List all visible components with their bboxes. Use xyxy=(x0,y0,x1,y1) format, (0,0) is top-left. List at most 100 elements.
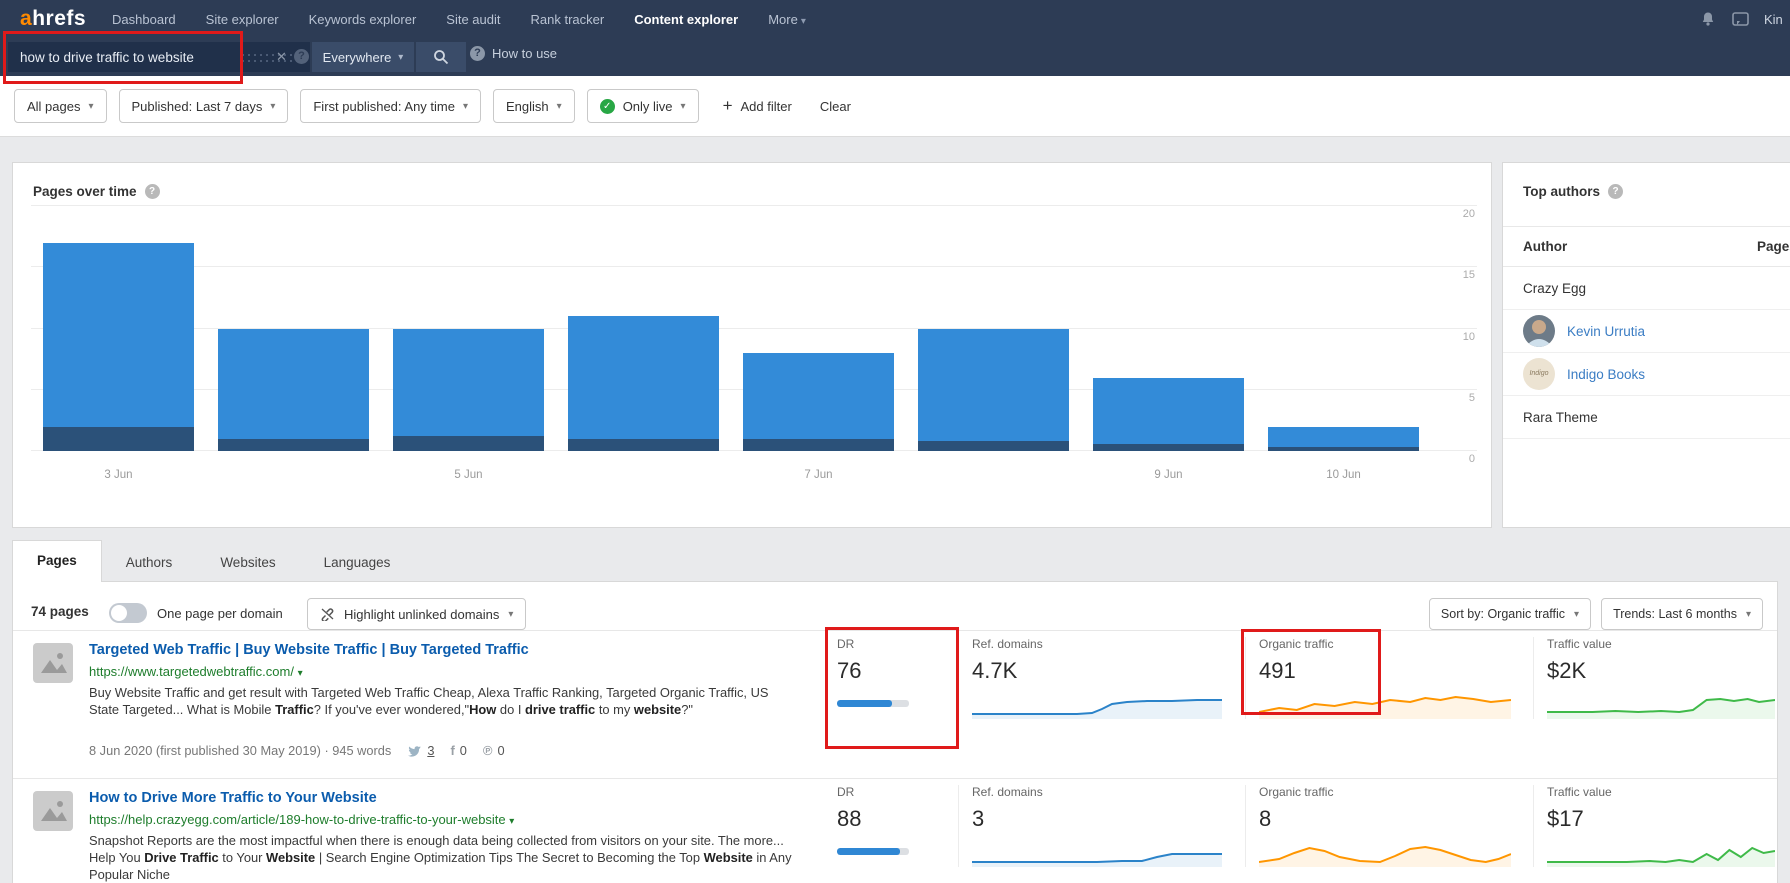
scope-dropdown[interactable]: Everywhere ▾ xyxy=(312,42,414,72)
add-filter-button[interactable]: + Add filter xyxy=(723,96,792,116)
result-url[interactable]: https://www.targetedwebtraffic.com/ ▾ xyxy=(89,664,303,679)
pinterest-icon: ℗ xyxy=(482,743,493,758)
logo-a: a xyxy=(20,7,33,30)
facebook-share[interactable]: f0 xyxy=(450,743,466,758)
authors-table: Author Pages Crazy Egg Kevin Urrutia Indig… xyxy=(1503,226,1790,439)
gridline-20 xyxy=(31,205,1477,206)
filter-published-last-7-days[interactable]: Published: Last 7 days ▾ xyxy=(118,89,289,123)
trends-value: Trends: Last 6 months xyxy=(1613,607,1737,621)
filter-first-published-any-time[interactable]: First published: Any time ▾ xyxy=(300,89,482,123)
how-to-use[interactable]: ? How to use xyxy=(470,46,557,61)
bar-8-jun[interactable] xyxy=(918,328,1069,451)
dr-bar-fill xyxy=(837,848,901,855)
search-box-annotation xyxy=(3,31,243,84)
top-navigation-bar: ahrefs Dashboard Site explorer Keywords ex… xyxy=(0,0,1790,76)
x-axis-label: 5 Jun xyxy=(454,469,483,481)
nav-item-site-explorer[interactable]: Site explorer xyxy=(206,12,279,27)
author-name[interactable]: Kevin Urrutia xyxy=(1567,324,1645,339)
chart-title: Pages over time xyxy=(33,184,137,199)
result-title-link[interactable]: How to Drive More Traffic to Your Websit… xyxy=(89,790,377,806)
tab-authors[interactable]: Authors xyxy=(102,543,197,582)
result-thumbnail xyxy=(33,791,73,831)
author-column-header[interactable]: Author xyxy=(1523,239,1567,254)
results-controls: 74 pages One page per domain Highlight u… xyxy=(13,596,1777,630)
nav-item-site-audit[interactable]: Site audit xyxy=(446,12,500,27)
how-to-use-label: How to use xyxy=(492,46,558,61)
organic-traffic-label: Organic traffic xyxy=(1259,785,1334,799)
ref-domains-label: Ref. domains xyxy=(972,637,1043,651)
result-url[interactable]: https://help.crazyegg.com/article/189-ho… xyxy=(89,812,514,827)
nav-item-keywords-explorer[interactable]: Keywords explorer xyxy=(309,12,417,27)
highlight-unlinked-domains-dropdown[interactable]: Highlight unlinked domains ▾ xyxy=(307,598,527,630)
traffic-value-label: Traffic value xyxy=(1547,637,1612,651)
author-row[interactable]: Rara Theme xyxy=(1503,396,1790,439)
bar-10-jun[interactable] xyxy=(1268,426,1419,451)
author-name[interactable]: Indigo Books xyxy=(1567,367,1645,382)
close-icon[interactable]: ✕ xyxy=(276,49,287,65)
help-icon[interactable]: ? xyxy=(144,184,160,199)
plus-icon: + xyxy=(722,96,733,115)
result-description: Buy Website Traffic and get result with … xyxy=(89,685,769,717)
tab-languages[interactable]: Languages xyxy=(300,543,415,582)
chevron-down-icon: ▾ xyxy=(509,816,515,827)
organic-traffic-value: 8 xyxy=(1259,806,1272,831)
nav-item-rank-tracker[interactable]: Rank tracker xyxy=(531,12,605,27)
bar-3-jun[interactable] xyxy=(43,242,194,451)
filter-english[interactable]: English ▾ xyxy=(493,89,575,123)
bar-7-jun[interactable] xyxy=(743,353,894,451)
question-icon: ? xyxy=(470,46,485,61)
chevron-down-icon: ▾ xyxy=(556,100,562,112)
question-icon[interactable]: ? xyxy=(294,49,309,64)
logo-rest: hrefs xyxy=(32,7,87,30)
ref-domains-cell: Ref. domains 4.7K xyxy=(958,637,1243,719)
filter-all-pages[interactable]: All pages ▾ xyxy=(14,89,107,123)
chevron-down-icon: ▾ xyxy=(88,100,94,112)
pages-column-header[interactable]: Pages xyxy=(1757,239,1790,254)
y-tick-label: 0 xyxy=(1468,453,1475,465)
clear-filters-button[interactable]: Clear xyxy=(820,99,851,114)
bar-4-jun[interactable] xyxy=(218,328,369,451)
one-page-per-domain-toggle[interactable] xyxy=(109,603,147,623)
sort-by-dropdown[interactable]: Sort by: Organic traffic ▾ xyxy=(1428,598,1592,630)
trends-dropdown[interactable]: Trends: Last 6 months ▾ xyxy=(1601,598,1763,630)
user-menu[interactable]: Kin xyxy=(1764,12,1790,27)
ref-domains-value: 3 xyxy=(972,806,985,831)
help-icon[interactable]: ? xyxy=(1608,184,1623,199)
twitter-share[interactable]: 3 xyxy=(407,743,434,758)
toggle-knob xyxy=(111,605,127,621)
filter-only-live[interactable]: ✓ Only live ▾ xyxy=(586,89,699,123)
bar-5-jun[interactable] xyxy=(393,328,544,451)
x-axis-label: 3 Jun xyxy=(104,469,133,481)
image-placeholder-icon xyxy=(41,653,67,673)
dr-annotation xyxy=(825,627,959,749)
ahrefs-logo[interactable]: ahrefs xyxy=(20,7,86,31)
bell-icon[interactable] xyxy=(1700,11,1716,27)
author-row[interactable]: Crazy Egg xyxy=(1503,267,1790,310)
nav-item-more[interactable]: More ▾ xyxy=(768,12,806,27)
chevron-down-icon: ▾ xyxy=(270,100,276,112)
bar-dark-segment xyxy=(218,438,369,451)
bar-dark-segment xyxy=(1268,447,1419,451)
nav-item-content-explorer[interactable]: Content explorer xyxy=(634,12,738,27)
result-row: How to Drive More Traffic to Your Websit… xyxy=(13,778,1777,883)
traffic-value-value: $2K xyxy=(1547,658,1587,683)
avatar xyxy=(1523,315,1555,347)
result-description: Snapshot Reports are the most impactful … xyxy=(89,833,792,882)
author-name: Rara Theme xyxy=(1523,409,1598,425)
tab-websites[interactable]: Websites xyxy=(196,543,299,582)
y-tick-label: 20 xyxy=(1462,208,1475,220)
author-name: Crazy Egg xyxy=(1523,280,1587,296)
nav-item-dashboard[interactable]: Dashboard xyxy=(112,12,176,27)
dotted-texture xyxy=(240,52,298,62)
filter-label: First published: Any time xyxy=(313,98,455,114)
author-row[interactable]: Indigo Indigo Books xyxy=(1503,353,1790,396)
bar-6-jun[interactable] xyxy=(568,316,719,451)
chat-icon[interactable] xyxy=(1732,11,1749,27)
bar-dark-segment xyxy=(918,441,1069,451)
pinterest-share[interactable]: ℗ 0 xyxy=(483,743,505,758)
bar-9-jun[interactable] xyxy=(1093,377,1244,451)
author-row[interactable]: Kevin Urrutia xyxy=(1503,310,1790,353)
result-title-link[interactable]: Targeted Web Traffic | Buy Website Traff… xyxy=(89,642,529,658)
tab-pages[interactable]: Pages xyxy=(12,540,102,582)
search-button[interactable] xyxy=(416,42,466,72)
